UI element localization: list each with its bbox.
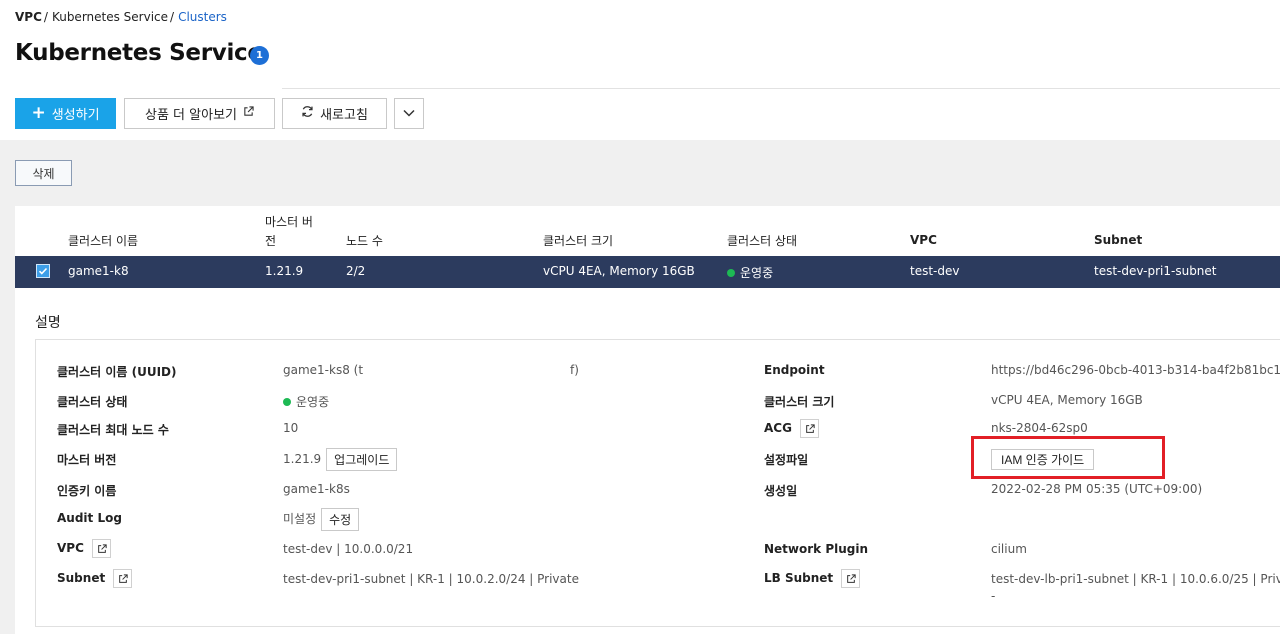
audit-log-label: Audit Log (57, 511, 122, 525)
external-link-icon[interactable] (799, 419, 819, 438)
master-version-value: 1.21.9 업그레이드 (283, 448, 398, 471)
top-header-area: VPC / Kubernetes Service / Clusters Kubernet… (0, 0, 1280, 140)
chevron-down-icon (403, 106, 415, 121)
row-checkbox[interactable] (36, 264, 50, 278)
page-title: Kubernetes Service (15, 40, 263, 66)
auth-key-value: game1-k8s (283, 482, 350, 496)
description-section-title: 설명 (35, 315, 61, 331)
column-header-name[interactable]: 클러스터 이름 (68, 232, 138, 249)
acg-label-text: ACG (764, 421, 792, 435)
uuid-label: 클러스터 이름 (UUID) (57, 365, 177, 379)
column-header-vpc[interactable]: VPC (910, 233, 937, 247)
config-file-label: 설정파일 (764, 453, 809, 467)
learn-more-button[interactable]: 상품 더 알아보기 (124, 98, 275, 129)
cluster-status-text: 운영중 (296, 395, 330, 409)
external-link-icon[interactable] (113, 569, 133, 588)
upgrade-button[interactable]: 업그레이드 (326, 448, 398, 471)
cluster-size-label: 클러스터 크기 (764, 395, 835, 409)
row-status: 운영중 (727, 264, 773, 281)
vpc-label: VPC (57, 539, 111, 558)
table-row[interactable]: game1-k8 1.21.9 2/2 vCPU 4EA, Memory 16G… (15, 256, 1280, 288)
external-link-icon (243, 106, 254, 121)
row-master-version: 1.21.9 (265, 264, 304, 278)
endpoint-label: Endpoint (764, 363, 825, 377)
refresh-label: 새로고침 (320, 108, 368, 123)
breadcrumb-separator: / (43, 10, 48, 24)
refresh-button[interactable]: 새로고침 (282, 98, 387, 129)
breadcrumb: VPC / Kubernetes Service / Clusters (15, 10, 227, 24)
lb-subnet-value: test-dev-lb-pri1-subnet | KR-1 | 10.0.6.… (991, 572, 1280, 586)
row-nodes: 2/2 (346, 264, 366, 278)
learn-more-label: 상품 더 알아보기 (145, 108, 237, 123)
cluster-status-label: 클러스터 상태 (57, 395, 128, 409)
row-cluster-name[interactable]: game1-k8 (68, 264, 129, 278)
plus-icon: + (31, 103, 46, 123)
column-header-subnet[interactable]: Subnet (1094, 233, 1142, 247)
lb-subnet-label: LB Subnet (764, 569, 861, 588)
acg-label: ACG (764, 419, 819, 438)
count-badge: 1 (250, 46, 269, 65)
column-header-nodes[interactable]: 노드 수 (346, 232, 383, 249)
delete-button[interactable]: 삭제 (15, 160, 72, 186)
uuid-value-start: game1-ks8 (t (283, 363, 364, 377)
subnet-label: Subnet (57, 569, 133, 588)
refresh-icon (301, 105, 314, 122)
created-label: 생성일 (764, 484, 798, 498)
lb-subnet-label-text: LB Subnet (764, 571, 834, 585)
row-vpc: test-dev (910, 264, 960, 278)
auth-key-label: 인증키 이름 (57, 484, 117, 498)
created-value: 2022-02-28 PM 05:35 (UTC+09:00) (991, 482, 1203, 496)
row-subnet: test-dev-pri1-subnet (1094, 264, 1217, 278)
breadcrumb-clusters[interactable]: Clusters (178, 10, 227, 24)
row-status-label: 운영중 (740, 266, 774, 280)
create-button-label: 생성하기 (51, 108, 100, 123)
status-dot-icon (283, 397, 291, 406)
column-header-master-version-wrap: 전 (265, 234, 277, 248)
uuid-value-end: f) (570, 363, 579, 377)
subnet-label-text: Subnet (57, 571, 106, 585)
checkmark-icon (38, 267, 48, 275)
vpc-value: test-dev | 10.0.0.0/21 (283, 542, 414, 556)
create-button[interactable]: + 생성하기 (15, 98, 116, 129)
column-header-size[interactable]: 클러스터 크기 (543, 232, 613, 249)
breadcrumb-separator: / (170, 10, 175, 24)
divider (282, 88, 1280, 89)
max-nodes-value: 10 (283, 421, 299, 435)
breadcrumb-service[interactable]: Kubernetes Service (52, 10, 168, 24)
master-version-text: 1.21.9 (283, 452, 322, 466)
external-link-icon[interactable] (91, 539, 111, 558)
subnet-value: test-dev-pri1-subnet | KR-1 | 10.0.2.0/2… (283, 572, 579, 586)
status-dot-icon (727, 268, 735, 277)
network-plugin-label: Network Plugin (764, 542, 869, 556)
column-header-master-version[interactable]: 마스터 버 (265, 213, 313, 230)
vpc-label-text: VPC (57, 541, 84, 555)
network-plugin-value: cilium (991, 542, 1027, 556)
cluster-status-value: 운영중 (283, 393, 329, 410)
audit-log-text: 미설정 (283, 512, 317, 526)
lb-subnet-extra: - (991, 589, 996, 603)
iam-auth-guide-button[interactable]: IAM 인증 가이드 (991, 449, 1095, 470)
endpoint-value: https://bd46c296-0bcb-4013-b314-ba4f2b81… (991, 363, 1280, 377)
master-version-label: 마스터 버전 (57, 453, 117, 467)
audit-edit-button[interactable]: 수정 (321, 508, 360, 531)
row-size: vCPU 4EA, Memory 16GB (543, 264, 695, 278)
audit-log-value: 미설정 수정 (283, 508, 360, 531)
more-dropdown-button[interactable] (394, 98, 424, 129)
column-header-status[interactable]: 클러스터 상태 (727, 232, 797, 249)
acg-value: nks-2804-62sp0 (991, 421, 1088, 435)
max-nodes-label: 클러스터 최대 노드 수 (57, 423, 169, 437)
external-link-icon[interactable] (841, 569, 861, 588)
breadcrumb-vpc[interactable]: VPC (15, 10, 42, 24)
cluster-size-value: vCPU 4EA, Memory 16GB (991, 393, 1143, 407)
